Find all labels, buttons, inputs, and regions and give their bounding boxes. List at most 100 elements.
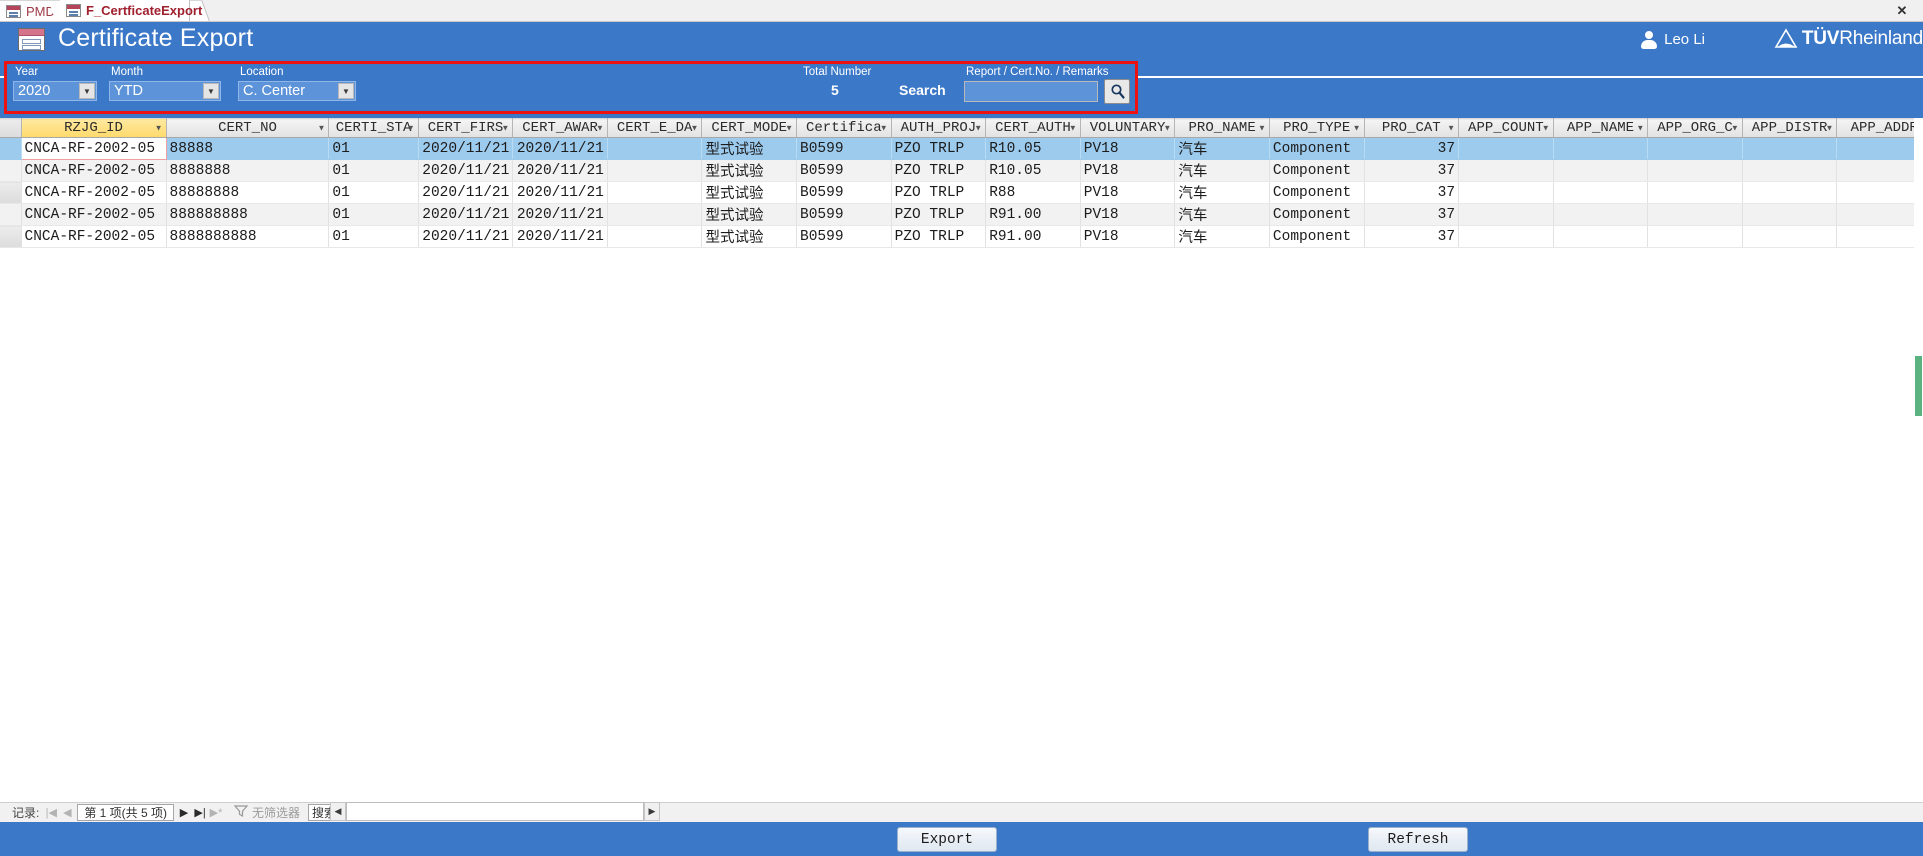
column-header-certifica[interactable]: Certifica ▼ (796, 118, 892, 138)
column-header-cert_firs[interactable]: CERT_FIRS ▼ (418, 118, 514, 138)
cell-cert_awar[interactable]: 2020/11/21 (512, 137, 608, 160)
column-header-app_org_c[interactable]: APP_ORG_C ▼ (1647, 118, 1743, 138)
cell-pro_cat[interactable]: 37 (1364, 159, 1460, 182)
vertical-scrollbar[interactable] (1914, 118, 1923, 802)
cell-app_name[interactable] (1553, 203, 1649, 226)
first-record-icon[interactable]: |◀ (43, 806, 59, 819)
cell-pro_type[interactable]: Component (1269, 181, 1365, 204)
cell-cert_no[interactable]: 88888 (166, 137, 330, 160)
cell-pro_type[interactable]: Component (1269, 225, 1365, 248)
horizontal-scrollbar-track[interactable] (346, 802, 644, 821)
chevron-down-icon[interactable]: ▼ (785, 124, 793, 133)
row-selector[interactable] (0, 159, 22, 182)
cell-certifica[interactable]: B0599 (796, 159, 892, 182)
cell-cert_awar[interactable]: 2020/11/21 (512, 159, 608, 182)
last-record-icon[interactable]: ▶| (192, 806, 208, 819)
cell-cert_auth[interactable]: R91.00 (985, 203, 1081, 226)
cell-app_name[interactable] (1553, 181, 1649, 204)
cell-cert_mode[interactable]: 型式试验 (701, 225, 798, 248)
datasheet[interactable]: RZJG_ID ▼ CERT_NO ▼ CERTI_STA ▼ CERT_FIRS ▼ CERT… (0, 118, 1923, 802)
cell-cert_awar[interactable]: 2020/11/21 (512, 203, 608, 226)
chevron-down-icon[interactable]: ▼ (1825, 124, 1833, 133)
cell-cert_no[interactable]: 8888888 (166, 159, 330, 182)
cell-pro_cat[interactable]: 37 (1364, 181, 1460, 204)
cell-certifica[interactable]: B0599 (796, 225, 892, 248)
vertical-scrollbar-thumb[interactable] (1915, 356, 1922, 416)
column-header-app_name[interactable]: APP_NAME ▼ (1553, 118, 1649, 138)
cell-app_name[interactable] (1553, 137, 1649, 160)
cell-rzjg_id[interactable]: CNCA-RF-2002-05 (21, 225, 167, 248)
cell-app_count[interactable] (1458, 159, 1554, 182)
column-header-app_distr[interactable]: APP_DISTR ▼ (1742, 118, 1838, 138)
cell-cert_mode[interactable]: 型式试验 (701, 203, 798, 226)
table-row[interactable]: CNCA-RF-2002-05 888888888 01 2020/11/21 2020… (0, 203, 1923, 226)
chevron-down-icon[interactable]: ▼ (1069, 124, 1077, 133)
select-all-cell[interactable] (0, 118, 22, 138)
cell-certifica[interactable]: B0599 (796, 203, 892, 226)
column-header-app_count[interactable]: APP_COUNT ▼ (1458, 118, 1554, 138)
cell-certi_sta[interactable]: 01 (328, 225, 419, 248)
tab-f-certficate-export[interactable]: F_CertficateExport (60, 0, 202, 21)
cell-pro_name[interactable]: 汽车 (1174, 159, 1270, 182)
chevron-down-icon[interactable]: ▼ (79, 83, 95, 99)
cell-app_org_c[interactable] (1647, 137, 1743, 160)
cell-app_org_c[interactable] (1647, 159, 1743, 182)
cell-app_distr[interactable] (1742, 181, 1838, 204)
cell-app_count[interactable] (1458, 203, 1554, 226)
scroll-right-icon[interactable]: ▶ (644, 802, 660, 821)
search-button[interactable] (1104, 79, 1130, 104)
month-select[interactable]: YTD ▼ (109, 81, 221, 101)
location-select[interactable]: C. Center ▼ (238, 81, 356, 101)
cell-cert_firs[interactable]: 2020/11/21 (418, 159, 514, 182)
chevron-down-icon[interactable]: ▼ (317, 124, 325, 133)
cell-pro_name[interactable]: 汽车 (1174, 203, 1270, 226)
column-header-pro_type[interactable]: PRO_TYPE ▼ (1269, 118, 1365, 138)
refresh-button[interactable]: Refresh (1368, 827, 1468, 852)
cell-app_distr[interactable] (1742, 137, 1838, 160)
cell-pro_cat[interactable]: 37 (1364, 225, 1460, 248)
cell-app_addr[interactable] (1836, 225, 1923, 248)
chevron-down-icon[interactable]: ▼ (880, 124, 888, 133)
column-header-cert_auth[interactable]: CERT_AUTH ▼ (985, 118, 1081, 138)
column-header-cert_mode[interactable]: CERT_MODE ▼ (701, 118, 798, 138)
cell-cert_auth[interactable]: R91.00 (985, 225, 1081, 248)
cell-certifica[interactable]: B0599 (796, 137, 892, 160)
cell-cert_auth[interactable]: R88 (985, 181, 1081, 204)
chevron-down-icon[interactable]: ▼ (203, 83, 219, 99)
cell-cert_firs[interactable]: 2020/11/21 (418, 137, 514, 160)
table-row[interactable]: CNCA-RF-2002-05 8888888888 01 2020/11/21 202… (0, 225, 1923, 248)
chevron-down-icon[interactable]: ▼ (155, 124, 163, 133)
column-header-voluntary[interactable]: VOLUNTARY ▼ (1080, 118, 1176, 138)
column-header-rzjg_id[interactable]: RZJG_ID ▼ (21, 118, 167, 138)
cell-certi_sta[interactable]: 01 (328, 203, 419, 226)
cell-cert_firs[interactable]: 2020/11/21 (418, 225, 514, 248)
cell-app_addr[interactable] (1836, 181, 1923, 204)
cell-voluntary[interactable]: PV18 (1080, 203, 1176, 226)
close-icon[interactable]: ✕ (1893, 2, 1911, 20)
cell-auth_proj[interactable]: PZO TRLP (891, 181, 987, 204)
export-button[interactable]: Export (897, 827, 997, 852)
chevron-down-icon[interactable]: ▼ (407, 124, 415, 133)
cell-cert_no[interactable]: 8888888888 (166, 225, 330, 248)
chevron-down-icon[interactable]: ▼ (974, 124, 982, 133)
cell-rzjg_id[interactable]: CNCA-RF-2002-05 (20, 137, 167, 160)
chevron-down-icon[interactable]: ▼ (1542, 124, 1550, 133)
column-header-pro_name[interactable]: PRO_NAME ▼ (1174, 118, 1270, 138)
chevron-down-icon[interactable]: ▼ (1163, 124, 1171, 133)
table-row[interactable]: CNCA-RF-2002-05 88888 01 2020/11/21 2020/11/… (0, 137, 1923, 160)
cell-cert_mode[interactable]: 型式试验 (701, 137, 798, 160)
cell-cert_firs[interactable]: 2020/11/21 (418, 203, 514, 226)
cell-pro_type[interactable]: Component (1269, 159, 1365, 182)
row-selector[interactable] (0, 225, 22, 248)
cell-voluntary[interactable]: PV18 (1080, 181, 1176, 204)
cell-certi_sta[interactable]: 01 (328, 159, 419, 182)
cell-auth_proj[interactable]: PZO TRLP (891, 137, 987, 160)
column-header-certi_sta[interactable]: CERTI_STA ▼ (328, 118, 419, 138)
column-header-auth_proj[interactable]: AUTH_PROJ ▼ (891, 118, 987, 138)
cell-auth_proj[interactable]: PZO TRLP (891, 203, 987, 226)
chevron-down-icon[interactable]: ▼ (1731, 124, 1739, 133)
cell-app_addr[interactable] (1836, 203, 1923, 226)
row-selector[interactable] (0, 137, 22, 160)
chevron-down-icon[interactable]: ▼ (1258, 124, 1266, 133)
chevron-down-icon[interactable]: ▼ (691, 124, 699, 133)
